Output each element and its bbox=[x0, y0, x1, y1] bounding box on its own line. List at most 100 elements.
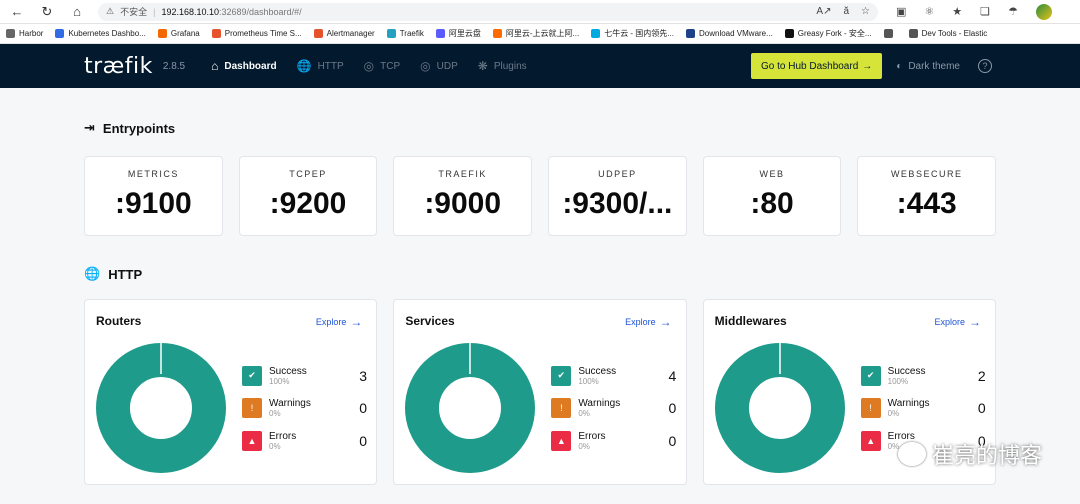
bookmark-item[interactable]: Grafana bbox=[157, 29, 200, 38]
error-icon: ▲ bbox=[551, 430, 572, 451]
bookmark-icon bbox=[435, 29, 445, 38]
go-to-hub-button[interactable]: Go to Hub Dashboard → bbox=[750, 53, 883, 79]
stat-success: ✔ Success 100% 3 bbox=[242, 364, 367, 387]
entrypoint-port: :9300/... bbox=[562, 187, 673, 220]
entrypoint-card: TCPEP:9200 bbox=[238, 156, 378, 236]
back-icon[interactable]: ← bbox=[8, 3, 26, 21]
bookmark-icon bbox=[883, 29, 893, 38]
warning-icon: ! bbox=[860, 398, 881, 418]
read-aloud-icon[interactable]: A↗ bbox=[816, 6, 831, 17]
avatar[interactable] bbox=[1035, 3, 1052, 20]
bookmark-item[interactable]: 阿里云盘 bbox=[435, 28, 481, 39]
home-icon: ⌂ bbox=[211, 59, 219, 73]
url-input[interactable]: ⚠ 不安全 | 192.168.10.10:32689/dashboard/#/… bbox=[98, 2, 878, 21]
entrypoint-name: TRAEFIK bbox=[438, 169, 487, 179]
plugins-icon: ❋ bbox=[477, 59, 488, 73]
browser-address-bar: ← ↻ ⌂ ⚠ 不安全 | 192.168.10.10:32689/dashbo… bbox=[0, 0, 1080, 24]
collections-icon[interactable]: ❏ bbox=[980, 5, 990, 18]
reload-icon[interactable]: ↻ bbox=[38, 3, 56, 21]
entrypoint-card: WEB:80 bbox=[702, 156, 842, 236]
stat-success: ✔ Success 100% 4 bbox=[551, 364, 676, 387]
bookmark-item[interactable]: Alertmanager bbox=[313, 29, 375, 38]
nav-dashboard[interactable]: ⌂ Dashboard bbox=[211, 59, 276, 73]
success-count: 4 bbox=[668, 367, 677, 384]
bookmark-item[interactable]: Dev Tools - Elastic bbox=[908, 29, 987, 38]
entrypoints-heading: ⇥ Entrypoints bbox=[84, 120, 176, 136]
url-host: 192.168.10.10 bbox=[161, 6, 219, 17]
bookmark-item[interactable]: 阿里云-上云就上阿... bbox=[492, 28, 579, 39]
dark-theme-toggle[interactable]: ◐ Dark theme bbox=[896, 61, 960, 72]
success-count: 3 bbox=[359, 367, 367, 384]
entrypoint-name: UDPEP bbox=[598, 169, 637, 179]
bookmark-icon bbox=[157, 29, 167, 38]
status-donut-chart bbox=[714, 343, 845, 473]
status-list: ✔ Success 100% 4 ! Warnings 0% 0 ▲ Errors 0% 0 bbox=[551, 364, 676, 462]
favorite-icon[interactable]: ☆ bbox=[861, 6, 870, 17]
bookmark-icon bbox=[313, 29, 323, 38]
shield-icon[interactable]: ☂ bbox=[1008, 5, 1018, 18]
entrypoint-port: :9000 bbox=[424, 187, 502, 220]
bookmark-item[interactable]: Harbor bbox=[6, 29, 43, 38]
bookmark-item[interactable] bbox=[883, 29, 897, 38]
check-icon: ✔ bbox=[551, 365, 572, 386]
home-icon[interactable]: ⌂ bbox=[68, 3, 86, 21]
card-title: Routers bbox=[96, 314, 142, 328]
traefik-logo[interactable]: træfik bbox=[84, 54, 153, 79]
error-icon: ▲ bbox=[242, 430, 262, 451]
stat-success: ✔ Success 100% 2 bbox=[860, 364, 986, 387]
nav-tcp[interactable]: ◎ TCP bbox=[364, 59, 400, 73]
tcp-icon: ◎ bbox=[363, 59, 375, 73]
card-title: Middlewares bbox=[714, 314, 787, 328]
nav-http[interactable]: 🌐 HTTP bbox=[297, 59, 344, 73]
login-arrow-icon: ⇥ bbox=[84, 120, 95, 135]
warning-icon: ! bbox=[551, 398, 572, 418]
entrypoint-card: TRAEFIK :9000 bbox=[393, 156, 533, 236]
http-heading: 🌐 HTTP bbox=[84, 266, 143, 282]
bookmark-icon bbox=[908, 29, 918, 38]
bookmark-icon bbox=[492, 29, 502, 38]
bookmark-item[interactable]: Traefik bbox=[386, 29, 424, 38]
entrypoint-port: :80 bbox=[750, 187, 794, 220]
stat-warnings: ! Warnings 0% 0 bbox=[551, 397, 676, 420]
explore-link[interactable]: Explore → bbox=[625, 315, 672, 329]
check-icon: ✔ bbox=[860, 365, 881, 386]
bookmark-item[interactable]: Greasy Fork - 安全... bbox=[784, 28, 872, 39]
url-path: :32689/dashboard/#/ bbox=[219, 6, 302, 17]
globe-icon: 🌐 bbox=[84, 266, 101, 281]
arrow-right-icon: → bbox=[350, 315, 363, 329]
entrypoint-name: WEBSECURE bbox=[890, 169, 963, 179]
bookmark-icon bbox=[386, 29, 396, 38]
http-overview-row: Routers Explore → ✔ Success 100% 3 ! Warnings 0% 0… bbox=[84, 299, 996, 485]
explore-link[interactable]: Explore → bbox=[934, 315, 981, 329]
entrypoint-port: :9200 bbox=[269, 187, 347, 220]
favorites-icon[interactable]: ★ bbox=[952, 5, 962, 18]
translate-icon[interactable]: ă bbox=[843, 6, 849, 17]
bookmark-icon bbox=[685, 29, 695, 38]
puzzle-icon[interactable]: ⚛ bbox=[924, 5, 934, 18]
version-label: 2.8.5 bbox=[162, 60, 186, 72]
udp-icon: ◎ bbox=[420, 59, 431, 73]
stat-warnings: ! Warnings 0% 0 bbox=[242, 397, 367, 420]
donut-success-segment bbox=[405, 343, 536, 473]
bookmark-item[interactable]: 七牛云 - 国内领先... bbox=[591, 28, 674, 39]
arrow-right-icon: → bbox=[862, 60, 873, 72]
explore-link[interactable]: Explore → bbox=[316, 315, 363, 329]
main-content: ⇥ Entrypoints METRICS:9100 TCPEP:9200 TRAE… bbox=[0, 120, 1080, 485]
arrow-right-icon: → bbox=[659, 315, 672, 329]
globe-icon: 🌐 bbox=[296, 59, 312, 73]
errors-count: 0 bbox=[359, 432, 367, 449]
warning-icon: ⚠ bbox=[106, 6, 115, 16]
help-icon[interactable]: ? bbox=[978, 59, 992, 73]
bookmark-item[interactable]: Kubernetes Dashbo... bbox=[55, 29, 146, 38]
nav-plugins[interactable]: ❋ Plugins bbox=[478, 59, 527, 73]
entrypoint-port: :9100 bbox=[114, 187, 192, 220]
nav-udp[interactable]: ◎ UDP bbox=[420, 59, 458, 73]
stat-errors: ▲ Errors 0% 0 bbox=[242, 429, 367, 452]
half-moon-icon: ◐ bbox=[896, 60, 903, 72]
traefik-header: træfik 2.8.5 ⌂ Dashboard 🌐 HTTP ◎ TCP ◎ … bbox=[0, 44, 1080, 88]
extension-icon[interactable]: ▣ bbox=[896, 5, 906, 18]
bookmark-item[interactable]: Prometheus Time S... bbox=[211, 29, 302, 38]
bookmark-item[interactable]: Download VMware... bbox=[685, 29, 773, 38]
bookmark-icon bbox=[784, 29, 794, 38]
watermark: 崔亮的博客 bbox=[897, 438, 1042, 470]
